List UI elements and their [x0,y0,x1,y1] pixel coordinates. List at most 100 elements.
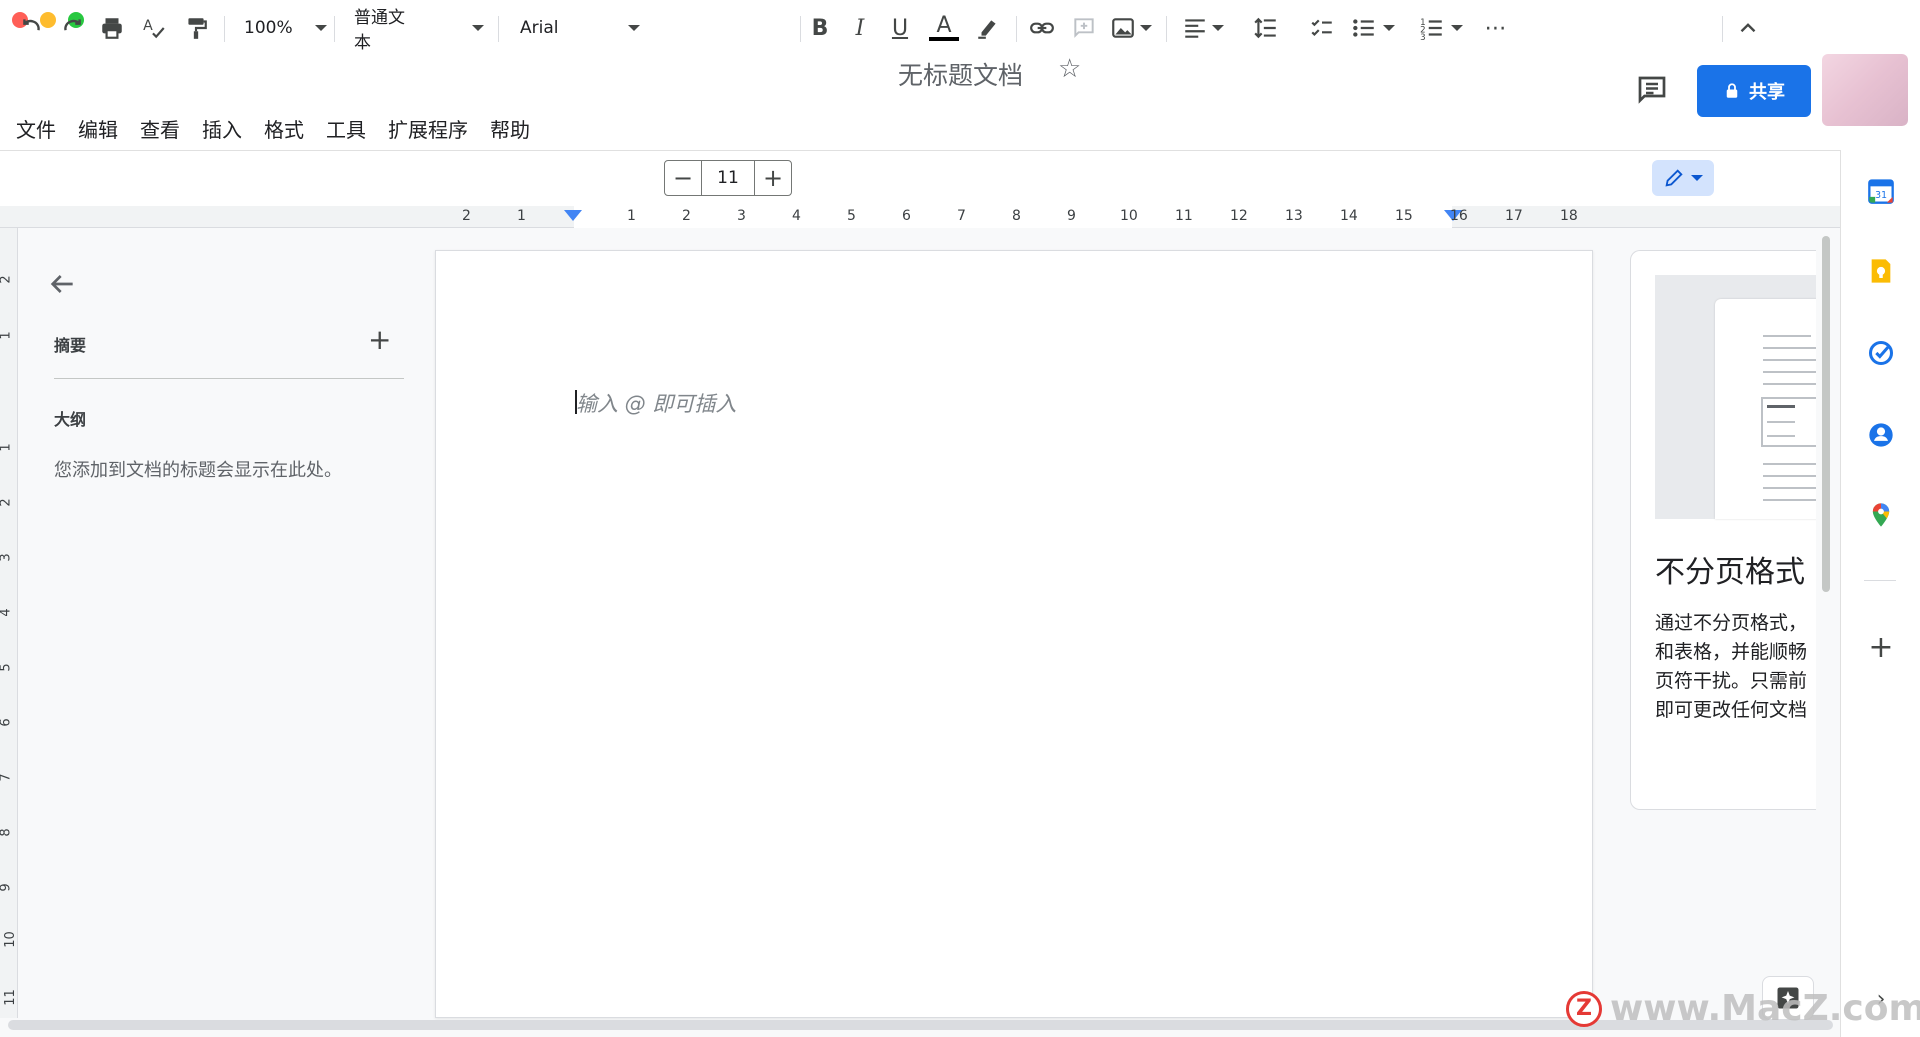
ruler-tick-label: 18 [1560,208,1578,224]
ruler-tick-label: 2 [0,498,14,507]
numbered-list-icon[interactable]: 123 [1418,12,1464,44]
menu-format[interactable]: 格式 [264,114,314,142]
pageless-promo-card[interactable]: 不分页格式 通过不分页格式， 和表格，并能顺畅 页符干扰。只需前 即可更改任何文… [1630,250,1816,810]
promo-body: 通过不分页格式， 和表格，并能顺畅 页符干扰。只需前 即可更改任何文档 [1655,609,1816,725]
ruler-tick-label: 15 [1395,208,1413,224]
chevron-down-icon [314,25,327,31]
menu-insert[interactable]: 插入 [202,114,252,142]
paint-format-icon[interactable] [180,12,212,44]
close-outline-icon[interactable] [46,268,78,300]
editing-mode-button[interactable] [1652,160,1714,196]
bold-icon[interactable]: B [806,12,834,44]
horizontal-scrollbar[interactable] [8,1020,1833,1030]
ruler-tick-label: 1 [517,208,526,224]
watermark-text: www.MacZ.com [1610,988,1920,1029]
style-select[interactable]: 普通文本 [354,8,484,53]
menu-bar: 文件 编辑 查看 插入 格式 工具 扩展程序 帮助 [16,114,552,142]
star-icon[interactable]: ☆ [1058,56,1081,82]
avatar[interactable] [1822,54,1908,126]
left-indent-marker[interactable] [564,210,582,221]
link-icon[interactable] [1026,12,1058,44]
menu-extensions[interactable]: 扩展程序 [388,114,478,142]
ruler-tick-label: 1 [627,208,636,224]
ruler-tick-label: 4 [792,208,801,224]
ruler-tick-label: 16 [1450,208,1468,224]
calendar-icon[interactable]: 31 [1866,176,1896,206]
ruler-tick-label: 6 [902,208,911,224]
ruler-tick-label: 8 [0,828,14,837]
ruler-tick-label: 2 [682,208,691,224]
outline-heading: 大纲 [54,410,87,429]
svg-text:A: A [143,18,153,34]
font-size-input[interactable]: 11 [701,161,755,195]
undo-icon[interactable] [16,12,48,44]
ruler-tick-label: 1 [0,331,14,340]
menu-tools[interactable]: 工具 [326,114,376,142]
promo-line: 通过不分页格式， [1655,612,1808,634]
lock-icon [1726,83,1738,98]
menu-help[interactable]: 帮助 [490,114,540,142]
increase-font-size-button[interactable]: + [755,161,791,195]
redo-icon[interactable] [56,12,88,44]
menu-edit[interactable]: 编辑 [78,114,128,142]
add-comment-icon[interactable] [1068,12,1100,44]
ruler-tick-label: 3 [737,208,746,224]
ruler-tick-label: 17 [1505,208,1523,224]
line-spacing-icon[interactable] [1250,12,1282,44]
ruler-tick-label: 2 [462,208,471,224]
contacts-icon[interactable] [1866,420,1896,450]
text-color-icon[interactable]: A [928,12,960,44]
ruler-tick-label: 13 [1285,208,1303,224]
insert-image-icon[interactable] [1108,12,1154,44]
document-page[interactable] [435,250,1593,1018]
menu-file[interactable]: 文件 [16,114,66,142]
pageless-illustration [1655,275,1816,519]
promo-title: 不分页格式 [1655,555,1805,590]
italic-icon[interactable]: I [846,12,874,44]
collapse-menus-icon[interactable] [1734,12,1762,44]
highlight-icon[interactable] [972,12,1004,44]
ruler-tick-label: 5 [0,663,14,672]
ruler-tick-label: 9 [1067,208,1076,224]
keep-icon[interactable] [1866,256,1896,286]
ruler-tick-label: 10 [1120,208,1138,224]
document-title[interactable]: 无标题文档 [898,56,1023,92]
summary-heading: 摘要 [54,336,87,355]
maps-icon[interactable] [1866,500,1896,530]
divider [54,378,404,379]
vertical-ruler [0,228,18,1018]
decrease-font-size-button[interactable]: − [665,161,701,195]
menu-view[interactable]: 查看 [140,114,190,142]
font-value: Arial [520,18,559,38]
vertical-scrollbar[interactable] [1822,236,1830,592]
share-label: 共享 [1749,82,1785,103]
tasks-icon[interactable] [1866,338,1896,368]
promo-line: 页符干扰。只需前 [1655,670,1808,692]
chevron-down-icon [472,25,484,31]
ruler-tick-label: 9 [0,883,14,892]
underline-icon[interactable]: U [886,12,914,44]
ruler-tick-label: 4 [0,608,14,617]
bulleted-list-icon[interactable] [1350,12,1396,44]
print-icon[interactable] [96,12,128,44]
ruler-tick-label: 7 [957,208,966,224]
ruler-tick-label: 1 [0,443,14,452]
checklist-icon[interactable] [1306,12,1338,44]
comment-history-icon[interactable] [1634,72,1670,108]
font-select[interactable]: Arial [520,12,650,44]
ruler-tick-label: 3 [0,553,14,562]
more-icon[interactable]: ⋯ [1482,12,1510,44]
get-addons-icon[interactable]: + [1866,630,1896,665]
align-icon[interactable] [1180,12,1226,44]
ruler-tick-label: 5 [847,208,856,224]
promo-line: 和表格，并能顺畅 [1655,641,1808,663]
spellcheck-icon[interactable]: A [138,12,170,44]
zoom-select[interactable]: 100% [244,12,327,44]
add-summary-icon[interactable]: + [368,326,391,354]
ruler-tick-label: 11 [2,989,18,1006]
illustration-sheet [1715,299,1816,519]
share-button[interactable]: 共享 [1697,65,1811,117]
zoom-value: 100% [244,18,293,38]
ruler-tick-label: 7 [0,773,14,782]
svg-text:31: 31 [1875,190,1887,201]
